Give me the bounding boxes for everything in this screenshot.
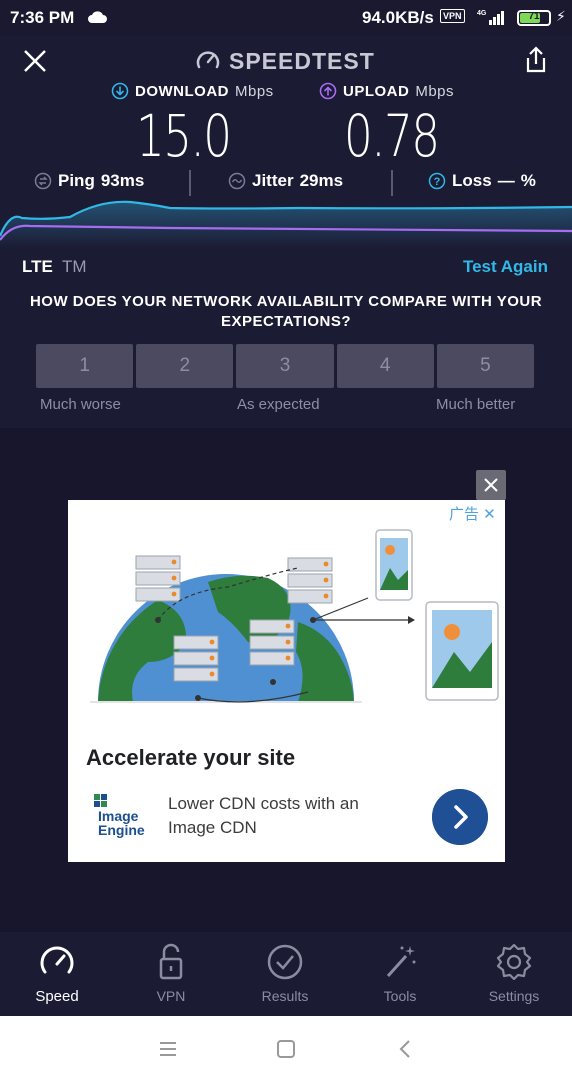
app-title: SPEEDTEST <box>229 47 375 74</box>
loss-unit: % <box>520 171 536 190</box>
speedometer-icon <box>40 946 74 974</box>
bottom-tab-bar: Speed VPN Results Tools Settings <box>0 932 572 1016</box>
tab-speed[interactable]: Speed <box>0 942 114 1005</box>
stat-divider <box>391 170 393 196</box>
phone-illustration <box>375 529 413 601</box>
svg-text:4G: 4G <box>477 10 487 17</box>
system-nav-bar <box>0 1016 572 1080</box>
jitter-label: Jitter <box>252 171 294 190</box>
loss-label: Loss <box>452 171 492 190</box>
upload-label: UPLOAD Mbps <box>319 82 454 100</box>
tablet-illustration <box>425 601 499 701</box>
rating-low-label: Much worse <box>40 396 121 413</box>
upload-title: UPLOAD <box>343 82 410 100</box>
server-stack <box>135 555 181 602</box>
cloud-icon <box>88 11 107 23</box>
lock-icon <box>159 943 183 980</box>
latency-stats: Ping 93ms Jitter 29ms ? Loss — % <box>0 168 572 196</box>
upload-value: 0.78 <box>344 102 440 170</box>
ping-value: 93ms <box>100 171 145 190</box>
survey-rating: 1 2 3 4 5 <box>36 344 535 388</box>
rating-option-2[interactable]: 2 <box>136 344 234 388</box>
tab-label: VPN <box>156 988 186 1004</box>
server-stack <box>249 619 295 666</box>
tab-label: Tools <box>383 988 417 1004</box>
ad-tag-text: 广告 <box>449 506 480 523</box>
ping-icon <box>34 172 52 190</box>
help-icon[interactable]: ? <box>428 172 446 190</box>
tab-vpn[interactable]: VPN <box>114 942 228 1004</box>
ad-label[interactable]: 广告 ✕ <box>449 503 496 524</box>
connection-info: LTE TM Test Again <box>0 254 572 280</box>
server-stack <box>287 557 333 604</box>
rating-option-5[interactable]: 5 <box>436 344 535 388</box>
tab-label: Results <box>261 988 309 1004</box>
network-speed: 94.0KB/s <box>362 8 434 27</box>
download-title: DOWNLOAD <box>135 82 229 100</box>
gear-icon <box>496 943 532 981</box>
ad-body: Lower CDN costs with an Image CDN <box>168 794 359 837</box>
status-bar: 7:36 PM 94.0KB/s VPN 4G 71 ⚡ <box>0 0 572 36</box>
ping-stat: Ping 93ms <box>34 171 144 191</box>
download-value: 15.0 <box>136 102 232 170</box>
speedometer-icon <box>196 51 220 69</box>
battery-level: 71 <box>528 11 540 22</box>
vpn-badge: VPN <box>440 9 465 23</box>
close-icon[interactable] <box>20 46 50 76</box>
tab-tools[interactable]: Tools <box>343 942 457 1004</box>
ad-close-icon[interactable] <box>476 470 506 500</box>
rating-high-label: Much better <box>436 396 516 413</box>
rating-option-1[interactable]: 1 <box>36 344 134 388</box>
speed-graph <box>0 200 572 248</box>
jitter-stat: Jitter 29ms <box>228 171 343 191</box>
back-icon[interactable] <box>393 1036 419 1062</box>
battery-icon: 71 <box>517 10 551 26</box>
ad-cta-button[interactable] <box>432 789 488 845</box>
home-icon[interactable] <box>273 1036 299 1062</box>
rating-option-3[interactable]: 3 <box>236 344 334 388</box>
jitter-icon <box>228 172 246 190</box>
signal-icon: 4G <box>477 10 504 25</box>
tab-label: Settings <box>488 988 540 1004</box>
ping-label: Ping <box>58 171 95 190</box>
rating-mid-label: As expected <box>237 396 320 413</box>
jitter-value: 29ms <box>299 171 344 190</box>
tab-label: Speed <box>35 988 79 1005</box>
ad-logo-text: Image Engine <box>98 808 145 838</box>
share-icon[interactable] <box>520 44 552 76</box>
test-again-button[interactable]: Test Again <box>463 257 548 277</box>
survey-question: HOW DOES YOUR NETWORK AVAILABILITY COMPA… <box>29 293 543 330</box>
status-time: 7:36 PM <box>10 8 75 27</box>
upload-unit: Mbps <box>415 82 455 100</box>
tab-results[interactable]: Results <box>228 942 342 1004</box>
stat-divider <box>189 170 191 196</box>
download-icon <box>111 82 129 100</box>
download-unit: Mbps <box>235 82 274 100</box>
charging-icon: ⚡ <box>556 8 566 24</box>
upload-icon <box>319 82 337 100</box>
app-header: SPEEDTEST <box>0 36 572 84</box>
menu-icon[interactable] <box>155 1036 181 1062</box>
app-brand: SPEEDTEST <box>195 46 375 76</box>
tab-settings[interactable]: Settings <box>457 942 571 1004</box>
download-label: DOWNLOAD Mbps <box>111 82 274 100</box>
server-stack <box>173 635 219 682</box>
carrier-name: TM <box>62 257 87 276</box>
connection-type: LTE <box>22 257 53 276</box>
cdn-illustration <box>90 529 499 703</box>
ad-headline[interactable]: Accelerate your site <box>86 745 295 771</box>
rating-option-4[interactable]: 4 <box>336 344 434 388</box>
magic-wand-icon <box>386 946 416 978</box>
loss-value: — <box>497 171 515 190</box>
svg-text:?: ? <box>434 176 441 188</box>
loss-stat[interactable]: ? Loss — % <box>428 171 536 191</box>
checkmark-icon <box>267 944 303 980</box>
